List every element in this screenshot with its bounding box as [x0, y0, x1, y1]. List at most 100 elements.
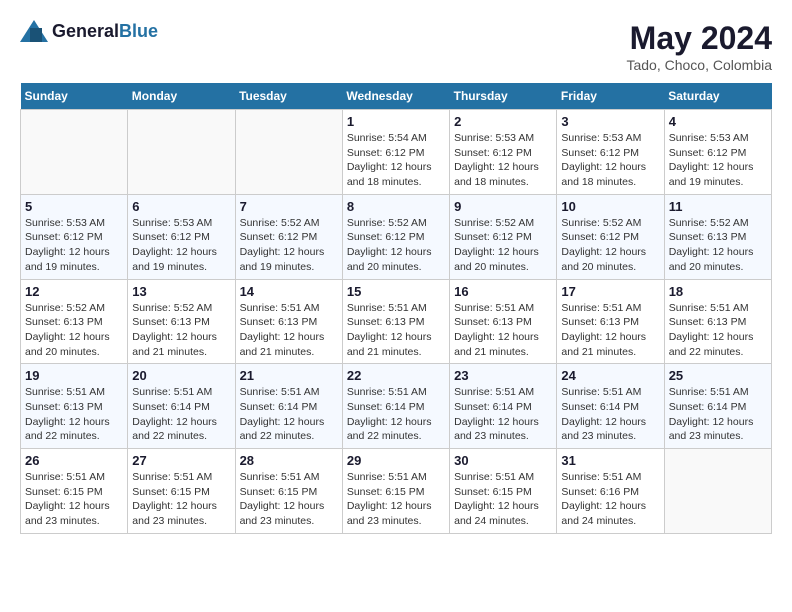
day-info: Sunrise: 5:51 AM Sunset: 6:13 PM Dayligh… [347, 301, 445, 360]
day-info: Sunrise: 5:53 AM Sunset: 6:12 PM Dayligh… [132, 216, 230, 275]
day-number: 24 [561, 368, 659, 383]
calendar-cell: 29 Sunrise: 5:51 AM Sunset: 6:15 PM Dayli… [342, 449, 449, 534]
calendar-cell: 19 Sunrise: 5:51 AM Sunset: 6:13 PM Dayli… [21, 364, 128, 449]
day-number: 17 [561, 284, 659, 299]
calendar-week-row-1: 1 Sunrise: 5:54 AM Sunset: 6:12 PM Daylig… [21, 110, 772, 195]
month-year-title: May 2024 [626, 20, 772, 57]
day-number: 28 [240, 453, 338, 468]
calendar-cell: 24 Sunrise: 5:51 AM Sunset: 6:14 PM Dayli… [557, 364, 664, 449]
day-number: 31 [561, 453, 659, 468]
logo-blue-text: Blue [119, 21, 158, 41]
calendar-cell: 30 Sunrise: 5:51 AM Sunset: 6:15 PM Dayli… [450, 449, 557, 534]
day-info: Sunrise: 5:51 AM Sunset: 6:14 PM Dayligh… [454, 385, 552, 444]
day-number: 18 [669, 284, 767, 299]
day-number: 12 [25, 284, 123, 299]
calendar-cell: 9Sunrise: 5:52 AM Sunset: 6:12 PM Daylig… [450, 194, 557, 279]
calendar-cell: 21 Sunrise: 5:51 AM Sunset: 6:14 PM Dayli… [235, 364, 342, 449]
day-number: 8 [347, 199, 445, 214]
day-info: Sunrise: 5:51 AM Sunset: 6:13 PM Dayligh… [240, 301, 338, 360]
calendar-cell [235, 110, 342, 195]
day-number: 5 [25, 199, 123, 214]
calendar-cell: 8 Sunrise: 5:52 AM Sunset: 6:12 PM Daylig… [342, 194, 449, 279]
calendar-cell: 1 Sunrise: 5:54 AM Sunset: 6:12 PM Daylig… [342, 110, 449, 195]
day-info: Sunrise: 5:51 AM Sunset: 6:13 PM Dayligh… [561, 301, 659, 360]
day-number: 21 [240, 368, 338, 383]
day-number: 16 [454, 284, 552, 299]
day-number: 1 [347, 114, 445, 129]
calendar-cell: 25Sunrise: 5:51 AM Sunset: 6:14 PM Dayli… [664, 364, 771, 449]
logo-general-text: General [52, 21, 119, 41]
day-number: 20 [132, 368, 230, 383]
day-number: 7 [240, 199, 338, 214]
calendar-week-row-4: 19 Sunrise: 5:51 AM Sunset: 6:13 PM Dayli… [21, 364, 772, 449]
calendar-cell: 22Sunrise: 5:51 AM Sunset: 6:14 PM Dayli… [342, 364, 449, 449]
weekday-header-monday: Monday [128, 83, 235, 110]
day-number: 10 [561, 199, 659, 214]
day-info: Sunrise: 5:52 AM Sunset: 6:12 PM Dayligh… [347, 216, 445, 275]
day-info: Sunrise: 5:52 AM Sunset: 6:13 PM Dayligh… [132, 301, 230, 360]
calendar-cell [21, 110, 128, 195]
weekday-header-friday: Friday [557, 83, 664, 110]
day-number: 2 [454, 114, 552, 129]
calendar-cell: 14Sunrise: 5:51 AM Sunset: 6:13 PM Dayli… [235, 279, 342, 364]
calendar-cell: 4Sunrise: 5:53 AM Sunset: 6:12 PM Daylig… [664, 110, 771, 195]
calendar-cell: 3 Sunrise: 5:53 AM Sunset: 6:12 PM Daylig… [557, 110, 664, 195]
calendar-cell: 23Sunrise: 5:51 AM Sunset: 6:14 PM Dayli… [450, 364, 557, 449]
weekday-header-row: SundayMondayTuesdayWednesdayThursdayFrid… [21, 83, 772, 110]
calendar-cell [128, 110, 235, 195]
day-info: Sunrise: 5:51 AM Sunset: 6:15 PM Dayligh… [240, 470, 338, 529]
calendar-cell: 26 Sunrise: 5:51 AM Sunset: 6:15 PM Dayli… [21, 449, 128, 534]
weekday-header-thursday: Thursday [450, 83, 557, 110]
day-info: Sunrise: 5:51 AM Sunset: 6:13 PM Dayligh… [25, 385, 123, 444]
day-number: 13 [132, 284, 230, 299]
day-info: Sunrise: 5:51 AM Sunset: 6:14 PM Dayligh… [240, 385, 338, 444]
day-info: Sunrise: 5:53 AM Sunset: 6:12 PM Dayligh… [561, 131, 659, 190]
day-info: Sunrise: 5:51 AM Sunset: 6:13 PM Dayligh… [454, 301, 552, 360]
day-number: 4 [669, 114, 767, 129]
calendar-cell: 6 Sunrise: 5:53 AM Sunset: 6:12 PM Daylig… [128, 194, 235, 279]
logo: GeneralBlue [20, 20, 158, 42]
day-info: Sunrise: 5:53 AM Sunset: 6:12 PM Dayligh… [25, 216, 123, 275]
calendar-week-row-2: 5 Sunrise: 5:53 AM Sunset: 6:12 PM Daylig… [21, 194, 772, 279]
day-info: Sunrise: 5:52 AM Sunset: 6:13 PM Dayligh… [25, 301, 123, 360]
weekday-header-sunday: Sunday [21, 83, 128, 110]
day-info: Sunrise: 5:52 AM Sunset: 6:13 PM Dayligh… [669, 216, 767, 275]
day-number: 29 [347, 453, 445, 468]
location-subtitle: Tado, Choco, Colombia [626, 57, 772, 73]
day-info: Sunrise: 5:51 AM Sunset: 6:15 PM Dayligh… [25, 470, 123, 529]
calendar-cell: 16 Sunrise: 5:51 AM Sunset: 6:13 PM Dayli… [450, 279, 557, 364]
day-info: Sunrise: 5:51 AM Sunset: 6:13 PM Dayligh… [669, 301, 767, 360]
weekday-header-wednesday: Wednesday [342, 83, 449, 110]
day-number: 25 [669, 368, 767, 383]
day-number: 27 [132, 453, 230, 468]
calendar-cell: 31 Sunrise: 5:51 AM Sunset: 6:16 PM Dayli… [557, 449, 664, 534]
page-header: GeneralBlue May 2024 Tado, Choco, Colomb… [20, 20, 772, 73]
day-info: Sunrise: 5:54 AM Sunset: 6:12 PM Dayligh… [347, 131, 445, 190]
day-info: Sunrise: 5:51 AM Sunset: 6:15 PM Dayligh… [347, 470, 445, 529]
weekday-header-saturday: Saturday [664, 83, 771, 110]
day-number: 19 [25, 368, 123, 383]
day-info: Sunrise: 5:52 AM Sunset: 6:12 PM Dayligh… [454, 216, 552, 275]
day-info: Sunrise: 5:51 AM Sunset: 6:15 PM Dayligh… [454, 470, 552, 529]
calendar-week-row-5: 26 Sunrise: 5:51 AM Sunset: 6:15 PM Dayli… [21, 449, 772, 534]
calendar-cell: 10Sunrise: 5:52 AM Sunset: 6:12 PM Dayli… [557, 194, 664, 279]
day-number: 26 [25, 453, 123, 468]
calendar-cell: 5 Sunrise: 5:53 AM Sunset: 6:12 PM Daylig… [21, 194, 128, 279]
calendar-cell: 7 Sunrise: 5:52 AM Sunset: 6:12 PM Daylig… [235, 194, 342, 279]
calendar-cell: 17 Sunrise: 5:51 AM Sunset: 6:13 PM Dayli… [557, 279, 664, 364]
calendar-cell: 15Sunrise: 5:51 AM Sunset: 6:13 PM Dayli… [342, 279, 449, 364]
day-number: 3 [561, 114, 659, 129]
calendar-cell: 12 Sunrise: 5:52 AM Sunset: 6:13 PM Dayli… [21, 279, 128, 364]
day-number: 11 [669, 199, 767, 214]
calendar-cell [664, 449, 771, 534]
day-info: Sunrise: 5:51 AM Sunset: 6:16 PM Dayligh… [561, 470, 659, 529]
calendar-cell: 11 Sunrise: 5:52 AM Sunset: 6:13 PM Dayli… [664, 194, 771, 279]
day-number: 6 [132, 199, 230, 214]
calendar-cell: 2Sunrise: 5:53 AM Sunset: 6:12 PM Daylig… [450, 110, 557, 195]
title-block: May 2024 Tado, Choco, Colombia [626, 20, 772, 73]
calendar-cell: 20 Sunrise: 5:51 AM Sunset: 6:14 PM Dayli… [128, 364, 235, 449]
day-number: 30 [454, 453, 552, 468]
day-info: Sunrise: 5:51 AM Sunset: 6:14 PM Dayligh… [561, 385, 659, 444]
day-info: Sunrise: 5:51 AM Sunset: 6:14 PM Dayligh… [132, 385, 230, 444]
day-info: Sunrise: 5:52 AM Sunset: 6:12 PM Dayligh… [240, 216, 338, 275]
